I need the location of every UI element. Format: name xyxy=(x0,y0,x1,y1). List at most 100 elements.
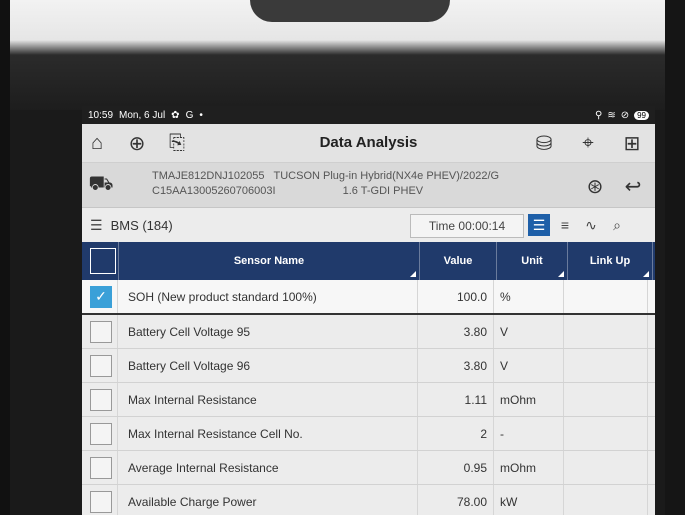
row-checkbox[interactable] xyxy=(90,320,112,343)
sensor-name: Available Charge Power xyxy=(118,485,418,515)
graph-view-icon[interactable]: ∿ xyxy=(580,214,602,236)
battery-badge: 99 xyxy=(634,110,649,120)
vehicle-code: C15AA13005260706003I xyxy=(152,185,276,197)
dnd-icon: ⊘ xyxy=(620,109,630,121)
sensor-unit: V xyxy=(494,315,564,348)
grid-menu-icon[interactable]: ⊞ xyxy=(617,128,647,158)
settings-status-icon: ✿ xyxy=(171,109,180,121)
table-row[interactable]: ✓ SOH (New product standard 100%) 100.0 … xyxy=(82,280,655,315)
text-view-icon[interactable]: ≡ xyxy=(554,214,576,236)
row-check-cell xyxy=(82,315,118,348)
sensor-value: 78.00 xyxy=(418,485,494,515)
notification-dot-icon: • xyxy=(199,109,203,121)
sensor-unit: mOhm xyxy=(494,451,564,484)
sensor-unit: % xyxy=(494,280,564,313)
link-up-cell xyxy=(564,451,648,484)
vehicle-engine: 1.6 T-GDI PHEV xyxy=(342,185,424,197)
row-checkbox[interactable] xyxy=(90,456,112,479)
vehicle-info-bar: ⛟ TMAJE812DNJ102055 TUCSON Plug-in Hybri… xyxy=(82,163,655,208)
google-status-icon: G xyxy=(185,109,194,121)
row-check-cell xyxy=(82,451,118,484)
table-header: Sensor Name Value Unit Link Up xyxy=(82,242,655,280)
row-checkbox[interactable] xyxy=(90,388,112,411)
status-time: 10:59 xyxy=(88,109,114,121)
header-value[interactable]: Value xyxy=(420,242,497,280)
globe-icon[interactable]: ⊕ xyxy=(122,128,152,158)
link-up-cell xyxy=(564,315,648,348)
sensor-value: 3.80 xyxy=(418,315,494,348)
table-row[interactable]: Average Internal Resistance 0.95 mOhm xyxy=(82,451,655,485)
row-check-cell xyxy=(82,383,118,416)
table-row[interactable]: Available Charge Power 78.00 kW xyxy=(82,485,655,515)
link-up-cell xyxy=(564,383,648,416)
table-row[interactable]: Battery Cell Voltage 95 3.80 V xyxy=(82,315,655,349)
sensor-unit: - xyxy=(494,417,564,450)
header-sensor-name[interactable]: Sensor Name xyxy=(119,242,420,280)
sensor-value: 3.80 xyxy=(418,349,494,382)
list-view-icon[interactable]: ☰ xyxy=(528,214,550,236)
sensor-name: Average Internal Resistance xyxy=(118,451,418,484)
header-sensor-name-label: Sensor Name xyxy=(233,255,305,267)
vehicle-model: TUCSON Plug-in Hybrid(NX4e PHEV)/2022/G xyxy=(273,170,500,182)
row-checkbox[interactable] xyxy=(90,354,112,377)
table-body: ✓ SOH (New product standard 100%) 100.0 … xyxy=(82,280,655,515)
row-check-cell xyxy=(82,485,118,515)
sensor-value: 0.95 xyxy=(418,451,494,484)
sort-corner-icon xyxy=(558,271,564,277)
sort-corner-icon xyxy=(643,271,649,277)
header-link-up[interactable]: Link Up xyxy=(568,242,653,280)
return-icon[interactable]: ↩ xyxy=(618,171,648,201)
ecu-scan-icon[interactable]: ⛁ xyxy=(529,128,559,158)
vehicle-info: TMAJE812DNJ102055 TUCSON Plug-in Hybrid(… xyxy=(152,169,499,199)
header-value-label: Value xyxy=(443,255,473,267)
vehicle-vin: TMAJE812DNJ102055 xyxy=(152,170,265,182)
sensor-unit: kW xyxy=(494,485,564,515)
row-check-cell xyxy=(82,417,118,450)
sensor-value: 1.11 xyxy=(418,383,494,416)
sensor-name: SOH (New product standard 100%) xyxy=(118,280,418,313)
header-link-up-label: Link Up xyxy=(589,255,631,267)
device-bezel-left xyxy=(0,0,10,515)
link-up-cell xyxy=(564,417,648,450)
link-up-cell xyxy=(564,485,648,515)
select-all-checkbox[interactable] xyxy=(90,248,116,274)
table-row[interactable]: Battery Cell Voltage 96 3.80 V xyxy=(82,349,655,383)
location-icon: ⚲ xyxy=(594,109,603,121)
sensor-value: 100.0 xyxy=(418,280,494,313)
vehicle-connect-icon[interactable]: ⎘ xyxy=(162,128,192,158)
tablet-screen: 10:59 Mon, 6 Jul ✿ G • ⚲ ≋ ⊘ 99 ⌂ ⊕ ⎘ Da… xyxy=(82,106,655,515)
wifi-icon: ≋ xyxy=(607,109,616,121)
app-toolbar: ⌂ ⊕ ⎘ Data Analysis ⛁ ⌖ ⊞ xyxy=(82,124,655,163)
group-label[interactable]: BMS (184) xyxy=(111,218,173,233)
device-handle xyxy=(250,0,450,22)
row-check-cell xyxy=(82,349,118,382)
waveform-icon[interactable]: ⊛ xyxy=(580,171,610,201)
list-select-icon[interactable]: ☰ xyxy=(90,217,103,234)
screen-capture-icon[interactable]: ⌖ xyxy=(573,128,603,158)
table-row[interactable]: Max Internal Resistance Cell No. 2 - xyxy=(82,417,655,451)
status-bar: 10:59 Mon, 6 Jul ✿ G • ⚲ ≋ ⊘ 99 xyxy=(82,106,655,124)
row-check-cell: ✓ xyxy=(82,280,118,313)
record-time: Time 00:00:14 xyxy=(410,214,524,238)
table-row[interactable]: Max Internal Resistance 1.11 mOhm xyxy=(82,383,655,417)
home-icon[interactable]: ⌂ xyxy=(82,128,112,158)
row-checkbox[interactable]: ✓ xyxy=(90,285,112,308)
search-icon[interactable]: ⌕ xyxy=(606,214,628,236)
sensor-unit: V xyxy=(494,349,564,382)
sensor-name: Battery Cell Voltage 96 xyxy=(118,349,418,382)
sensor-name: Battery Cell Voltage 95 xyxy=(118,315,418,348)
row-checkbox[interactable] xyxy=(90,422,112,445)
header-unit[interactable]: Unit xyxy=(497,242,568,280)
device-bezel-right xyxy=(665,0,685,515)
sort-corner-icon xyxy=(410,271,416,277)
vehicle-settings-icon[interactable]: ⛟ xyxy=(86,170,116,200)
filter-row: ☰ BMS (184) Time 00:00:14 ☰ ≡ ∿ ⌕ xyxy=(82,208,655,242)
sensor-name: Max Internal Resistance Cell No. xyxy=(118,417,418,450)
link-up-cell xyxy=(564,280,648,313)
sensor-value: 2 xyxy=(418,417,494,450)
header-unit-label: Unit xyxy=(521,255,543,267)
sensor-name: Max Internal Resistance xyxy=(118,383,418,416)
select-all-cell xyxy=(82,242,119,280)
row-checkbox[interactable] xyxy=(90,490,112,513)
link-up-cell xyxy=(564,349,648,382)
